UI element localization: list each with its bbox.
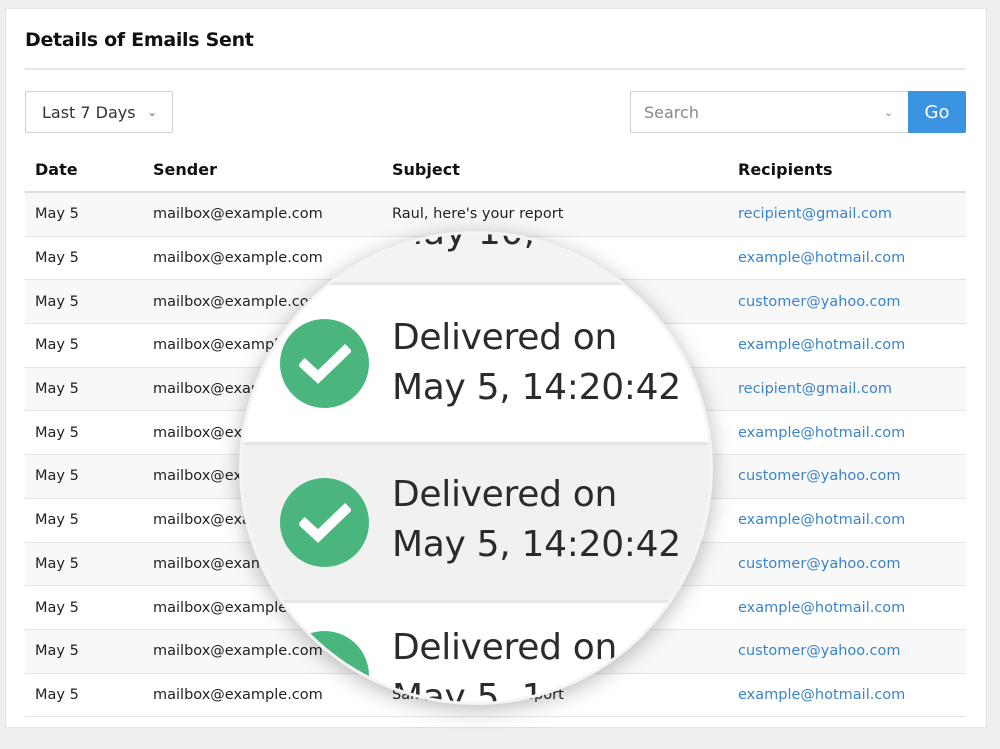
panel-title: Details of Emails Sent <box>25 29 254 51</box>
title-divider <box>25 68 965 70</box>
cell-date: May 5 <box>25 585 143 630</box>
partial-timestamp: May 10, 1 <box>392 231 570 253</box>
chevron-down-icon: ⌄ <box>147 105 157 119</box>
table-row[interactable]: May 5 mailbox@example.com Raul, here's you… <box>25 192 966 237</box>
emails-sent-panel: Details of Emails Sent Last 7 Days ⌄ ⌄ G… <box>5 8 987 728</box>
delivery-status-item: Delivered on May 5, 14:20:42 <box>242 445 710 600</box>
cell-recipient: example@hotmail.com <box>728 323 966 368</box>
magnifier-row-partial: May 10, 1 <box>242 231 710 282</box>
cell-date: May 5 <box>25 367 143 412</box>
recipient-link[interactable]: customer@yahoo.com <box>738 468 901 484</box>
delivery-status-label: Delivered on <box>392 627 618 668</box>
column-header-subject[interactable]: Subject <box>382 147 728 193</box>
delivery-status-label: Delivered on <box>392 474 618 515</box>
check-circle-icon <box>280 478 369 567</box>
date-range-dropdown[interactable]: Last 7 Days ⌄ <box>25 91 173 133</box>
recipient-link[interactable]: customer@yahoo.com <box>738 643 901 659</box>
recipient-link[interactable]: example@hotmail.com <box>738 687 905 703</box>
cell-date: May 5 <box>25 192 143 237</box>
recipient-link[interactable]: customer@yahoo.com <box>738 556 901 572</box>
recipient-link[interactable]: example@hotmail.com <box>738 250 905 266</box>
cell-recipient: customer@yahoo.com <box>728 542 966 587</box>
cell-date: May 5 <box>25 279 143 325</box>
recipient-link[interactable]: example@hotmail.com <box>738 512 905 528</box>
cell-sender: mailbox@example.com <box>143 192 382 237</box>
search-input[interactable] <box>631 101 876 123</box>
recipient-link[interactable]: example@hotmail.com <box>738 337 905 353</box>
cell-date: May 5 <box>25 542 143 587</box>
cell-date: May 5 <box>25 673 143 718</box>
cell-recipient: example@hotmail.com <box>728 410 966 456</box>
recipient-link[interactable]: customer@yahoo.com <box>738 294 901 310</box>
column-header-sender[interactable]: Sender <box>143 147 382 193</box>
cell-recipient: example@hotmail.com <box>728 236 966 281</box>
recipient-link[interactable]: recipient@gmail.com <box>738 206 892 222</box>
cell-date: May 5 <box>25 236 143 281</box>
cell-date: May 5 <box>25 498 143 543</box>
check-circle-icon <box>280 631 369 702</box>
date-range-label: Last 7 Days <box>42 102 136 122</box>
cell-recipient: recipient@gmail.com <box>728 367 966 412</box>
cell-recipient: customer@yahoo.com <box>728 454 966 499</box>
go-button[interactable]: Go <box>908 91 966 133</box>
recipient-link[interactable]: example@hotmail.com <box>738 600 905 616</box>
cell-date: May 5 <box>25 454 143 499</box>
recipient-link[interactable]: example@hotmail.com <box>738 425 905 441</box>
chevron-down-icon[interactable]: ⌄ <box>884 106 893 119</box>
cell-subject: Raul, here's your report <box>382 192 728 237</box>
delivery-status-item: Delivered on May 5, 14:20:42 <box>242 285 710 442</box>
magnifier-callout: May 10, 1 Delivered on May 5, 14:20:42 D… <box>239 231 713 705</box>
delivery-status-item: Delivered on May 5, 1 <box>242 603 710 705</box>
delivery-status-label: Delivered on <box>392 317 618 358</box>
delivery-timestamp: May 5, 1 <box>392 677 545 705</box>
delivery-timestamp: May 5, 14:20:42 <box>392 367 681 408</box>
cell-recipient: customer@yahoo.com <box>728 629 966 674</box>
column-header-date[interactable]: Date <box>25 147 143 193</box>
cell-recipient: customer@yahoo.com <box>728 279 966 325</box>
cell-recipient: example@hotmail.com <box>728 498 966 543</box>
cell-date: May 5 <box>25 410 143 456</box>
table-header-row: Date Sender Subject Recipients <box>25 147 966 193</box>
cell-recipient: example@hotmail.com <box>728 585 966 630</box>
cell-date: May 5 <box>25 629 143 674</box>
delivery-timestamp: May 5, 14:20:42 <box>392 524 681 565</box>
cell-date: May 5 <box>25 323 143 368</box>
cell-recipient: example@hotmail.com <box>728 673 966 718</box>
check-circle-icon <box>280 319 369 408</box>
search-field[interactable]: ⌄ <box>630 91 908 133</box>
recipient-link[interactable]: recipient@gmail.com <box>738 381 892 397</box>
column-header-recipients[interactable]: Recipients <box>728 147 966 193</box>
cell-recipient: recipient@gmail.com <box>728 192 966 237</box>
